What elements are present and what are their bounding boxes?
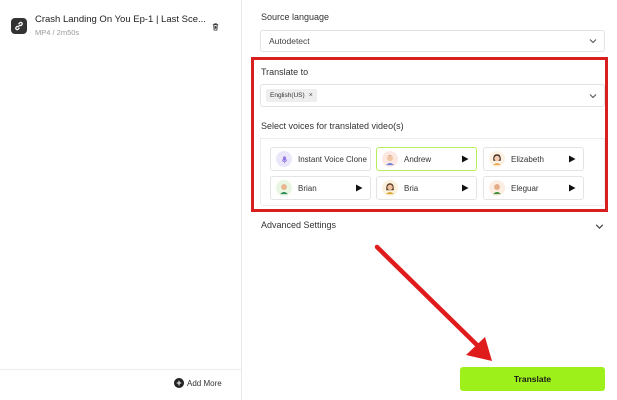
play-icon[interactable] xyxy=(355,184,363,192)
file-title: Crash Landing On You Ep-1 | Last Sce... xyxy=(35,14,206,25)
left-divider xyxy=(0,369,242,370)
voice-label: Bria xyxy=(404,183,419,193)
voice-label: Brian xyxy=(298,183,317,193)
play-icon[interactable] xyxy=(461,184,469,192)
source-language-label: Source language xyxy=(261,12,330,22)
source-language-value: Autodetect xyxy=(269,36,310,46)
translate-button[interactable]: Translate xyxy=(460,367,605,391)
voice-andrew[interactable]: Andrew xyxy=(376,147,477,171)
voice-label: Elizabeth xyxy=(511,154,544,164)
voices-label: Select voices for translated video(s) xyxy=(261,121,404,131)
avatar-icon xyxy=(276,180,292,196)
advanced-settings-toggle[interactable]: Advanced Settings xyxy=(261,220,336,230)
add-more-label: Add More xyxy=(187,378,222,388)
trash-icon[interactable] xyxy=(208,19,222,33)
chevron-down-icon xyxy=(589,93,597,98)
source-language-select[interactable]: Autodetect xyxy=(260,30,605,52)
voice-eleguar[interactable]: Eleguar xyxy=(483,176,584,200)
language-chip-label: English(US) xyxy=(270,92,305,99)
chevron-down-icon xyxy=(589,39,597,44)
voice-instant-clone[interactable]: Instant Voice Clone xyxy=(270,147,371,171)
link-icon xyxy=(11,18,27,34)
translate-to-label: Translate to xyxy=(261,67,309,77)
add-more-button[interactable]: + Add More xyxy=(174,378,222,388)
file-list-panel: Crash Landing On You Ep-1 | Last Sce... … xyxy=(0,0,242,400)
plus-icon: + xyxy=(174,378,184,388)
voice-brian[interactable]: Brian xyxy=(270,176,371,200)
voice-bria[interactable]: Bria xyxy=(376,176,477,200)
avatar-icon xyxy=(489,151,505,167)
voice-label: Instant Voice Clone xyxy=(298,154,367,164)
play-icon[interactable] xyxy=(461,155,469,163)
remove-chip-icon[interactable]: × xyxy=(309,92,313,99)
voice-label: Eleguar xyxy=(511,183,539,193)
avatar-icon xyxy=(382,151,398,167)
play-icon[interactable] xyxy=(568,155,576,163)
file-item[interactable]: Crash Landing On You Ep-1 | Last Sce... … xyxy=(8,10,234,42)
avatar-icon xyxy=(382,180,398,196)
language-chip: English(US) × xyxy=(266,89,317,102)
avatar-icon xyxy=(489,180,505,196)
voice-elizabeth[interactable]: Elizabeth xyxy=(483,147,584,171)
voice-label: Andrew xyxy=(404,154,432,164)
play-icon[interactable] xyxy=(568,184,576,192)
chevron-down-icon[interactable] xyxy=(594,221,605,232)
file-meta: MP4 / 2m50s xyxy=(35,28,80,37)
voice-clone-icon xyxy=(276,151,292,167)
